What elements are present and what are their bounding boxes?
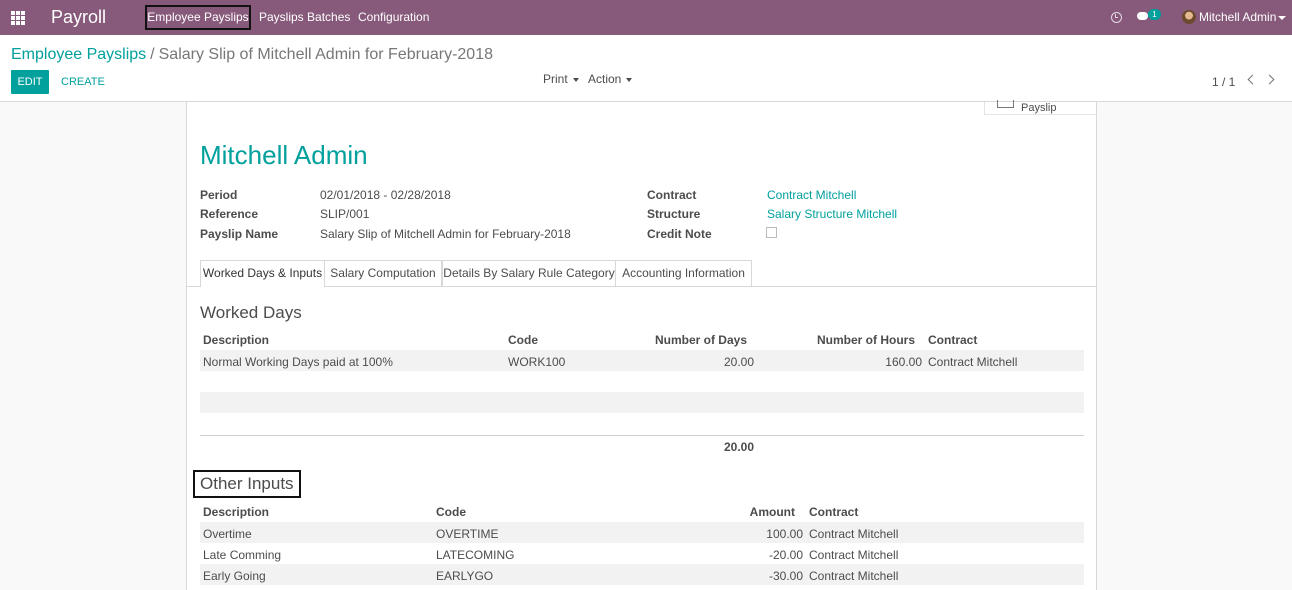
control-panel: Employee Payslips / Salary Slip of Mitchel… bbox=[0, 35, 1292, 102]
reference-label: Reference bbox=[200, 207, 259, 221]
menu-payslips-batches[interactable]: Payslips Batches bbox=[259, 10, 350, 24]
worked-days-total-divider bbox=[200, 435, 1084, 436]
reference-value: SLIP/001 bbox=[320, 207, 370, 221]
edit-button[interactable]: EDIT bbox=[11, 70, 49, 94]
wd-header-description[interactable]: Description bbox=[203, 333, 269, 347]
other-inputs-title: Other Inputs bbox=[193, 470, 301, 498]
menu-employee-payslips[interactable]: Employee Payslips bbox=[145, 5, 251, 30]
employee-name: Mitchell Admin bbox=[200, 140, 368, 170]
tab-accounting-information[interactable]: Accounting Information bbox=[616, 260, 752, 286]
oi-cell-code: EARLYGO bbox=[436, 569, 494, 583]
envelope-icon bbox=[997, 100, 1014, 108]
payslip-smart-button[interactable]: Payslip bbox=[984, 100, 1097, 115]
worked-days-title: Worked Days bbox=[200, 303, 302, 322]
oi-cell-contract: Contract Mitchell bbox=[809, 569, 899, 583]
user-avatar[interactable] bbox=[1182, 10, 1196, 24]
table-row[interactable] bbox=[200, 543, 1084, 564]
payslip-name-value: Salary Slip of Mitchell Admin for Februa… bbox=[320, 227, 571, 241]
app-brand[interactable]: Payroll bbox=[51, 7, 106, 28]
breadcrumb-current: Salary Slip of Mitchell Admin for Februa… bbox=[158, 46, 493, 63]
activity-clock-icon[interactable] bbox=[1111, 12, 1122, 23]
oi-cell-code: OVERTIME bbox=[436, 527, 499, 541]
table-row[interactable] bbox=[200, 522, 1084, 543]
menu-configuration[interactable]: Configuration bbox=[358, 10, 429, 24]
breadcrumb: Employee Payslips / Salary Slip of Mitchel… bbox=[11, 46, 493, 64]
oi-header-code[interactable]: Code bbox=[436, 505, 466, 519]
wd-cell-code: WORK100 bbox=[508, 355, 566, 369]
apps-menu-icon[interactable] bbox=[11, 11, 25, 25]
oi-cell-contract: Contract Mitchell bbox=[809, 548, 899, 562]
action-dropdown[interactable]: Action bbox=[588, 72, 633, 86]
wd-total-days: 20.00 bbox=[723, 440, 754, 454]
form-sheet: Payslip Mitchell Admin Period 02/01/2018… bbox=[186, 100, 1097, 590]
payslip-name-label: Payslip Name bbox=[200, 227, 279, 241]
print-dropdown[interactable]: Print bbox=[543, 72, 579, 86]
structure-link[interactable]: Salary Structure Mitchell bbox=[767, 207, 897, 221]
user-menu[interactable]: Mitchell Admin bbox=[1199, 10, 1276, 24]
create-button[interactable]: CREATE bbox=[61, 70, 105, 94]
wd-header-contract[interactable]: Contract bbox=[928, 333, 977, 347]
oi-cell-description: Early Going bbox=[203, 569, 266, 583]
oi-cell-contract: Contract Mitchell bbox=[809, 527, 899, 541]
contract-label: Contract bbox=[647, 188, 697, 202]
wd-cell-days: 20.00 bbox=[723, 355, 754, 369]
table-row[interactable] bbox=[200, 564, 1084, 585]
empty-row bbox=[200, 392, 1084, 413]
credit-note-label: Credit Note bbox=[647, 227, 712, 241]
oi-header-contract[interactable]: Contract bbox=[809, 505, 858, 519]
oi-cell-description: Overtime bbox=[203, 527, 252, 541]
structure-label: Structure bbox=[647, 207, 701, 221]
period-value: 02/01/2018 - 02/28/2018 bbox=[320, 188, 451, 202]
oi-cell-code: LATECOMING bbox=[436, 548, 515, 562]
tab-salary-computation[interactable]: Salary Computation bbox=[325, 260, 442, 286]
wd-cell-contract: Contract Mitchell bbox=[928, 355, 1018, 369]
wd-cell-description: Normal Working Days paid at 100% bbox=[203, 355, 393, 369]
pager-previous-icon[interactable] bbox=[1247, 74, 1258, 85]
print-caret-icon bbox=[572, 77, 579, 82]
chat-count-badge: 1 bbox=[1148, 9, 1161, 20]
action-caret-icon bbox=[626, 77, 633, 82]
oi-header-description[interactable]: Description bbox=[203, 505, 269, 519]
wd-header-days[interactable]: Number of Days bbox=[627, 333, 747, 347]
tab-details-by-salary-rule-category[interactable]: Details By Salary Rule Category bbox=[442, 260, 616, 286]
print-label: Print bbox=[543, 72, 568, 86]
oi-header-amount[interactable]: Amount bbox=[695, 505, 795, 519]
oi-cell-amount: -20.00 bbox=[768, 548, 803, 562]
period-label: Period bbox=[200, 188, 238, 202]
oi-cell-amount: 100.00 bbox=[766, 527, 803, 541]
action-label: Action bbox=[588, 72, 622, 86]
top-navbar: Payroll Employee Payslips Payslips Batch… bbox=[0, 0, 1292, 35]
user-menu-caret-icon[interactable] bbox=[1278, 16, 1286, 20]
chat-icon[interactable] bbox=[1137, 12, 1148, 20]
pager-next-icon[interactable] bbox=[1264, 74, 1275, 85]
breadcrumb-separator: / bbox=[150, 46, 155, 63]
payslip-smart-button-label: Payslip bbox=[1021, 102, 1057, 114]
contract-link[interactable]: Contract Mitchell bbox=[767, 188, 856, 202]
breadcrumb-parent[interactable]: Employee Payslips bbox=[11, 46, 146, 63]
wd-header-hours[interactable]: Number of Hours bbox=[787, 333, 915, 347]
oi-cell-amount: -30.00 bbox=[768, 569, 803, 583]
wd-header-code[interactable]: Code bbox=[508, 333, 538, 347]
oi-cell-description: Late Comming bbox=[203, 548, 282, 562]
pager-value[interactable]: 1 / 1 bbox=[1212, 75, 1235, 89]
tab-worked-days-inputs[interactable]: Worked Days & Inputs bbox=[200, 260, 325, 287]
credit-note-checkbox[interactable] bbox=[766, 227, 777, 238]
wd-cell-hours: 160.00 bbox=[885, 355, 922, 369]
